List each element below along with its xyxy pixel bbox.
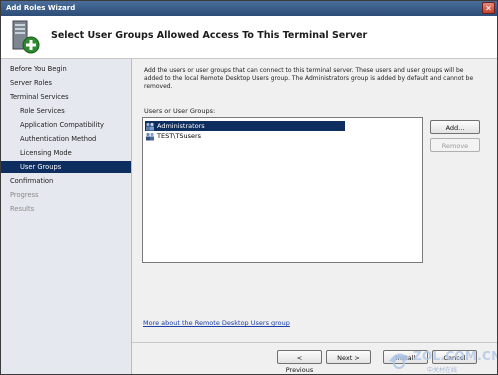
nav-label: Confirmation: [10, 177, 54, 185]
footer-divider: [132, 342, 497, 343]
nav-progress: Progress: [1, 189, 131, 201]
zol-watermark: ZOL.COM.CN 中关村在线: [381, 347, 497, 374]
nav-role-services[interactable]: Role Services: [1, 105, 131, 117]
user-groups-listbox[interactable]: Administrators TEST\TSusers: [142, 117, 423, 263]
nav-label: Progress: [10, 191, 39, 199]
add-button[interactable]: Add...: [430, 120, 480, 134]
nav-label: Terminal Services: [10, 93, 69, 101]
window-title: Add Roles Wizard: [6, 4, 76, 12]
remove-button[interactable]: Remove: [430, 138, 480, 152]
user-group-icon: [146, 122, 154, 131]
list-item-label: TEST\TSusers: [157, 132, 202, 140]
nav-licensing-mode[interactable]: Licensing Mode: [1, 147, 131, 159]
user-group-icon: [146, 132, 154, 141]
nav-label: Application Compatibility: [20, 121, 104, 129]
nav-label: Role Services: [20, 107, 65, 115]
wizard-header: Select User Groups Allowed Access To Thi…: [1, 16, 497, 59]
watermark-subtext: 中关村在线: [427, 367, 458, 374]
nav-application-compatibility[interactable]: Application Compatibility: [1, 119, 131, 131]
nav-confirmation[interactable]: Confirmation: [1, 175, 131, 187]
server-roles-icon: [12, 20, 40, 54]
nav-label: Authentication Method: [20, 135, 97, 143]
page-description: Add the users or user groups that can co…: [144, 67, 474, 90]
list-item-administrators[interactable]: Administrators: [145, 121, 345, 131]
nav-label: Licensing Mode: [20, 149, 72, 157]
next-button[interactable]: Next >: [326, 350, 371, 364]
title-bar[interactable]: Add Roles Wizard ✕: [1, 1, 497, 16]
page-title: Select User Groups Allowed Access To Thi…: [51, 30, 368, 41]
watermark-logo-icon: [389, 353, 409, 369]
watermark-text: ZOL.COM.CN: [413, 349, 498, 363]
users-list-label: Users or User Groups:: [144, 107, 216, 115]
nav-results: Results: [1, 203, 131, 215]
close-button[interactable]: ✕: [482, 2, 495, 14]
nav-authentication-method[interactable]: Authentication Method: [1, 133, 131, 145]
nav-label: Before You Begin: [10, 65, 67, 73]
previous-button[interactable]: < Previous: [277, 350, 322, 374]
nav-terminal-services[interactable]: Terminal Services: [1, 91, 131, 103]
wizard-content: Add the users or user groups that can co…: [132, 59, 497, 374]
wizard-sidebar: Before You Begin Server Roles Terminal S…: [1, 59, 132, 374]
list-item-label: Administrators: [157, 122, 205, 130]
nav-label: Server Roles: [10, 79, 52, 87]
add-roles-wizard-window: Add Roles Wizard ✕ Select User Groups Al…: [0, 0, 498, 375]
nav-before-you-begin[interactable]: Before You Begin: [1, 63, 131, 75]
nav-server-roles[interactable]: Server Roles: [1, 77, 131, 89]
nav-user-groups[interactable]: User Groups: [1, 161, 131, 173]
nav-label: Results: [10, 205, 35, 213]
remote-desktop-users-link[interactable]: More about the Remote Desktop Users grou…: [143, 319, 290, 327]
nav-label: User Groups: [20, 163, 62, 171]
